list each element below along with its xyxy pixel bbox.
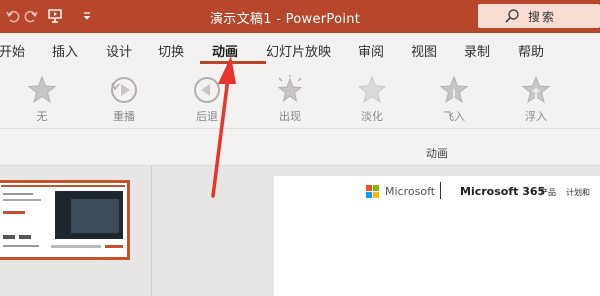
- annotation-arrow: [211, 56, 236, 198]
